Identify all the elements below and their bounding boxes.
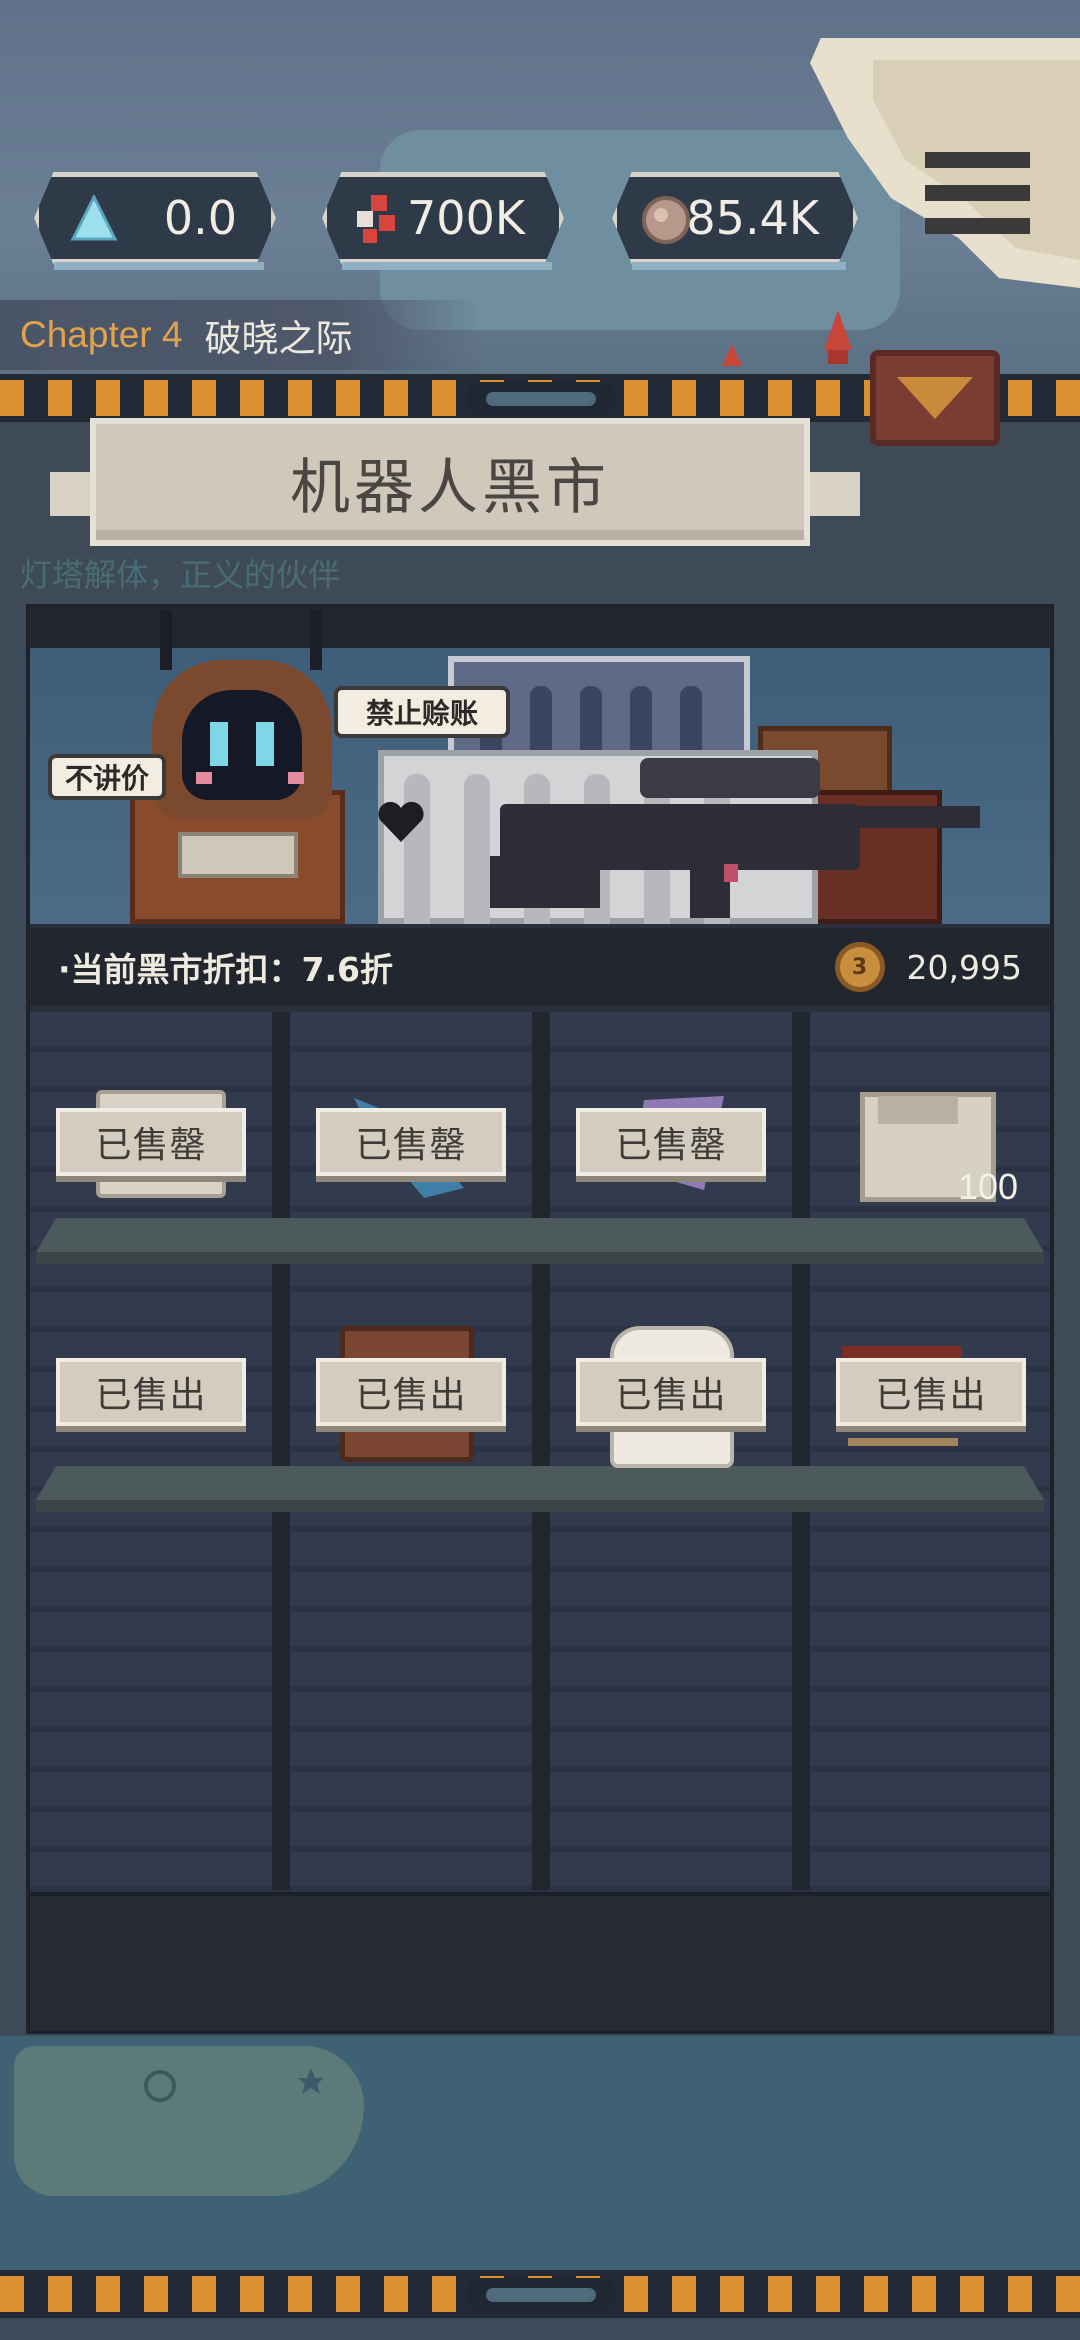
shelf-slot-1-3[interactable]: 已售罄 (576, 1108, 766, 1176)
sign-stand-icon (848, 1438, 958, 1446)
speech-bubble-no-credit: 禁止赊账 (334, 686, 510, 738)
resource-scrap-underline (632, 262, 846, 270)
panel-clip-bottom (466, 2278, 616, 2312)
scrap-icon (642, 196, 690, 244)
shop-info-bar: ·当前黑市折扣：7.6折 3 20,995 (30, 928, 1050, 1006)
resource-crystal-value: 0.0 (163, 191, 237, 245)
shop-bottom-bar (30, 1892, 1050, 2028)
menu-button[interactable] (925, 152, 1030, 234)
white-box-lid (878, 1096, 958, 1124)
resource-parts-value: 700K (407, 191, 525, 245)
item-quantity: 100 (958, 1166, 1019, 1207)
rifle-barrel-illustration (840, 806, 980, 828)
shelf-slot-1-2[interactable]: 已售罄 (316, 1108, 506, 1176)
map-dot-icon (722, 344, 742, 366)
shelf-slot-2-1[interactable]: 已售出 (56, 1358, 246, 1426)
shelf-board-1 (36, 1218, 1044, 1252)
map-star-icon (298, 2068, 324, 2094)
robot-antenna-left (160, 610, 172, 670)
shelf-slot-2-2[interactable]: 已售出 (316, 1358, 506, 1426)
chapter-number: Chapter 4 (20, 314, 183, 355)
shelf-slot-2-4[interactable]: 已售出 (836, 1358, 1026, 1426)
robot-chest-plate (178, 832, 298, 878)
speech-bubble-no-bargain: 不讲价 (48, 754, 166, 800)
discount-label: ·当前黑市折扣：7.6折 (58, 950, 393, 989)
map-marker-icon (824, 310, 852, 364)
robot-eye-left (210, 722, 228, 766)
chevron-down-icon (897, 377, 973, 419)
resource-scrap-value: 85.4K (686, 191, 819, 245)
shelf-board-2 (36, 1466, 1044, 1500)
robot-cheek-left (196, 772, 212, 784)
rifle-scope-illustration (640, 758, 820, 798)
resource-crystal[interactable]: 0.0 (34, 172, 276, 264)
resource-scrap[interactable]: 85.4K (612, 172, 858, 264)
rifle-stock-illustration (490, 856, 600, 908)
panel-clip-top (466, 382, 616, 416)
resource-parts-underline (342, 262, 552, 270)
resource-crystal-underline (54, 262, 264, 270)
robot-antenna-right (310, 610, 322, 670)
menu-line-icon (925, 152, 1030, 168)
red-parts-icon (357, 195, 395, 243)
shelf-board-1-lip (36, 1252, 1044, 1264)
chapter-label: Chapter 4 破晓之际 (0, 300, 480, 370)
shelf-board-2-lip (36, 1500, 1044, 1512)
faded-quest-text: 灯塔解体，正义的伙伴 (20, 556, 341, 594)
rifle-trigger-illustration (724, 864, 738, 882)
robot-cheek-right (288, 772, 304, 784)
coin-icon: 3 (834, 942, 885, 992)
shelf-slot-1-1[interactable]: 已售罄 (56, 1108, 246, 1176)
resource-parts[interactable]: 700K (322, 172, 564, 264)
shelf-post (532, 1012, 550, 1890)
shelf-post (272, 1012, 290, 1890)
shelf-slot-2-3[interactable]: 已售出 (576, 1358, 766, 1426)
robot-eye-right (256, 722, 274, 766)
chapter-name: 破晓之际 (204, 317, 353, 360)
menu-line-icon (925, 185, 1030, 201)
coin-balance: 20,995 (906, 947, 1022, 987)
map-sigil-icon (144, 2070, 176, 2102)
heart-icon (378, 801, 424, 842)
crystal-icon (70, 195, 118, 241)
banner-top-strip (30, 608, 1050, 652)
menu-line-icon (925, 218, 1030, 234)
shop-title: 机器人黑市 (90, 418, 810, 546)
collapse-button[interactable] (870, 350, 1000, 446)
shelf-post (792, 1012, 810, 1890)
